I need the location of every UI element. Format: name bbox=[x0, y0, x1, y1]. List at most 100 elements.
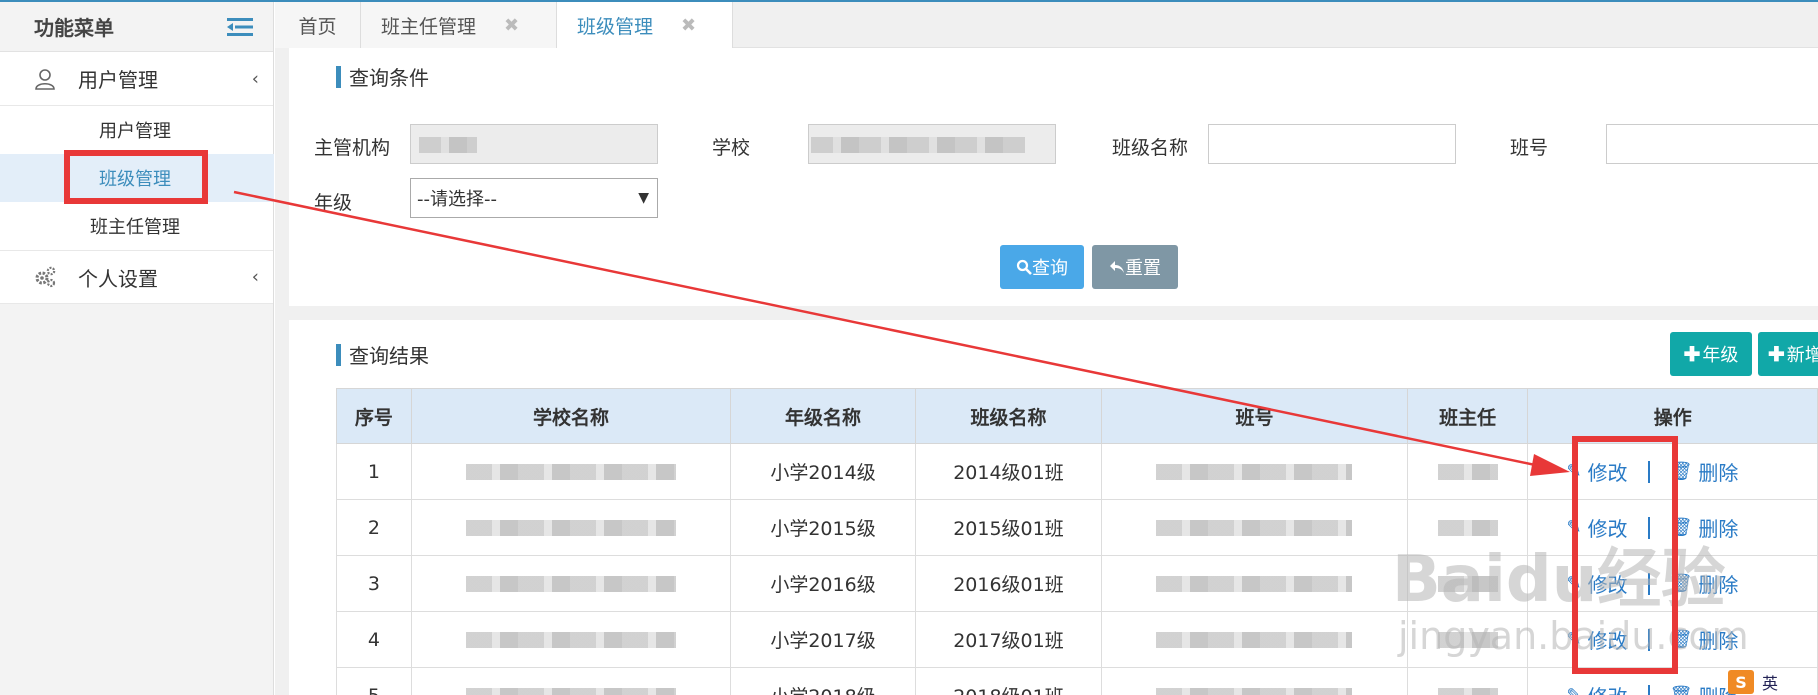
results-table: 序号 学校名称 年级名称 班级名称 班号 班主任 操作 1 小学2014级 20… bbox=[336, 388, 1818, 695]
undo-icon bbox=[1110, 261, 1124, 273]
class-no-label: 班号 bbox=[1510, 137, 1549, 159]
edit-icon: ✎ bbox=[1566, 517, 1582, 538]
class-no-cell bbox=[1101, 555, 1408, 612]
edit-icon: ✎ bbox=[1566, 629, 1582, 650]
edit-icon: ✎ bbox=[1566, 461, 1582, 482]
head-teacher-cell bbox=[1406, 611, 1529, 668]
actions-cell: ✎ 修改 🗑删除 bbox=[1527, 499, 1818, 556]
action-separator bbox=[1647, 516, 1650, 539]
class-no-cell bbox=[1101, 667, 1408, 695]
edit-link[interactable]: 修改 bbox=[1588, 625, 1628, 654]
sidebar-group-user-management[interactable]: 用户管理 ‹ bbox=[0, 52, 273, 106]
trash-icon: 🗑 bbox=[1669, 629, 1693, 650]
delete-link[interactable]: 删除 bbox=[1698, 569, 1738, 598]
tab-head-teacher-management[interactable]: 班主任管理 ✖ bbox=[361, 2, 557, 48]
column-header[interactable]: 序号 bbox=[336, 388, 412, 444]
close-icon[interactable]: ✖ bbox=[681, 15, 696, 36]
column-header[interactable]: 班号 bbox=[1101, 388, 1408, 444]
school-input[interactable] bbox=[808, 124, 1056, 164]
table-row: 4 小学2017级 2017级01班 ✎ 修改 🗑 删除 bbox=[336, 611, 1818, 668]
trash-icon: 🗑 bbox=[1669, 573, 1693, 594]
gears-icon bbox=[35, 266, 56, 288]
actions-cell: ✎ 修改 🗑删除 bbox=[1527, 555, 1818, 612]
column-header[interactable]: 学校名称 bbox=[410, 388, 732, 444]
redacted-value bbox=[466, 688, 677, 695]
grade-name-cell: 小学2014级 bbox=[730, 443, 916, 500]
head-teacher-cell bbox=[1406, 443, 1529, 500]
trash-icon: 🗑 bbox=[1669, 461, 1693, 482]
row-actions: ✎ 修改 🗑删除 bbox=[1528, 513, 1817, 542]
edit-link[interactable]: 修改 bbox=[1588, 569, 1628, 598]
reset-button[interactable]: 重置 bbox=[1092, 245, 1178, 289]
query-button-label: 查询 bbox=[1032, 258, 1068, 278]
delete-link[interactable]: 删除 bbox=[1698, 625, 1738, 654]
menu-toggle-icon[interactable] bbox=[227, 17, 253, 37]
edit-icon: ✎ bbox=[1566, 685, 1581, 695]
sidebar: 功能菜单 用户管理 ‹ 用户管理 班级管理 班主任管理 个人设置 ‹ bbox=[0, 2, 274, 695]
close-icon[interactable]: ✖ bbox=[504, 15, 519, 36]
class-no-input[interactable] bbox=[1606, 124, 1818, 164]
head-teacher-cell bbox=[1406, 667, 1529, 695]
column-header[interactable]: 年级名称 bbox=[730, 388, 916, 444]
class-name-cell: 2017级01班 bbox=[914, 611, 1103, 668]
edit-link[interactable]: 修改 bbox=[1588, 513, 1628, 542]
edit-icon: ✎ bbox=[1566, 573, 1582, 594]
sidebar-group-label: 个人设置 bbox=[78, 266, 158, 291]
class-name-cell: 2018级01班 bbox=[914, 667, 1103, 695]
table-header-row: 序号 学校名称 年级名称 班级名称 班号 班主任 操作 bbox=[336, 388, 1818, 444]
table-row: 1 小学2014级 2014级01班 ✎ 修改 🗑 删除 bbox=[336, 443, 1818, 500]
sidebar-item-user-management[interactable]: 用户管理 bbox=[0, 106, 274, 154]
sidebar-group-label: 用户管理 bbox=[78, 68, 158, 92]
column-header[interactable]: 班主任 bbox=[1406, 388, 1529, 444]
title-accent-bar bbox=[336, 343, 341, 366]
class-no-cell bbox=[1101, 499, 1408, 556]
tab-label: 班级管理 bbox=[577, 15, 654, 38]
org-input[interactable] bbox=[410, 124, 658, 164]
school-label: 学校 bbox=[712, 137, 751, 159]
school-name-cell bbox=[410, 443, 732, 500]
redacted-value bbox=[1156, 688, 1353, 695]
class-name-label: 班级名称 bbox=[1112, 137, 1189, 159]
class-no-cell bbox=[1101, 443, 1408, 500]
sidebar-title: 功能菜单 bbox=[34, 16, 114, 40]
class-no-cell bbox=[1101, 611, 1408, 668]
redacted-value bbox=[466, 464, 677, 480]
tab-label: 首页 bbox=[298, 15, 337, 38]
column-header: 操作 bbox=[1527, 388, 1818, 444]
trash-icon: 🗑 bbox=[1670, 685, 1693, 695]
results-section-title: 查询结果 bbox=[336, 340, 429, 369]
add-grade-label: 年级 bbox=[1702, 345, 1739, 365]
school-name-cell bbox=[410, 499, 732, 556]
org-label: 主管机构 bbox=[314, 137, 391, 159]
add-new-button[interactable]: ✚ 新增 bbox=[1758, 332, 1818, 376]
grade-name-cell: 小学2017级 bbox=[730, 611, 916, 668]
head-teacher-cell bbox=[1406, 499, 1529, 556]
ime-logo-icon: S bbox=[1728, 670, 1754, 694]
school-name-cell bbox=[410, 611, 732, 668]
row-number: 2 bbox=[336, 499, 412, 556]
tab-class-management[interactable]: 班级管理 ✖ bbox=[557, 2, 733, 48]
redacted-value bbox=[1437, 688, 1498, 695]
row-number: 4 bbox=[336, 611, 412, 668]
query-button[interactable]: 查询 bbox=[1000, 245, 1084, 289]
redacted-value bbox=[466, 520, 677, 536]
class-name-input[interactable] bbox=[1208, 124, 1456, 164]
tab-bar: 首页 班主任管理 ✖ 班级管理 ✖ bbox=[275, 2, 1818, 48]
grade-select[interactable]: --请选择-- ▼ bbox=[410, 178, 658, 218]
tab-home[interactable]: 首页 bbox=[275, 2, 361, 48]
add-grade-button[interactable]: ✚ 年级 bbox=[1670, 332, 1752, 376]
edit-link[interactable]: 修改 bbox=[1588, 681, 1628, 695]
row-number: 1 bbox=[336, 443, 412, 500]
redacted-value bbox=[1156, 464, 1353, 480]
sidebar-item-head-teacher-management[interactable]: 班主任管理 bbox=[0, 202, 274, 250]
sidebar-group-personal-settings[interactable]: 个人设置 ‹ bbox=[0, 250, 273, 304]
grade-name-cell: 小学2015级 bbox=[730, 499, 916, 556]
column-header[interactable]: 班级名称 bbox=[914, 388, 1103, 444]
sidebar-item-class-management[interactable]: 班级管理 bbox=[0, 154, 274, 202]
delete-link[interactable]: 删除 bbox=[1698, 513, 1738, 542]
delete-link[interactable]: 删除 bbox=[1698, 457, 1738, 486]
edit-link[interactable]: 修改 bbox=[1588, 457, 1628, 486]
add-new-label: 新增 bbox=[1786, 345, 1818, 365]
plus-icon: ✚ bbox=[1768, 343, 1785, 366]
grade-select-value: --请选择-- bbox=[417, 189, 497, 210]
